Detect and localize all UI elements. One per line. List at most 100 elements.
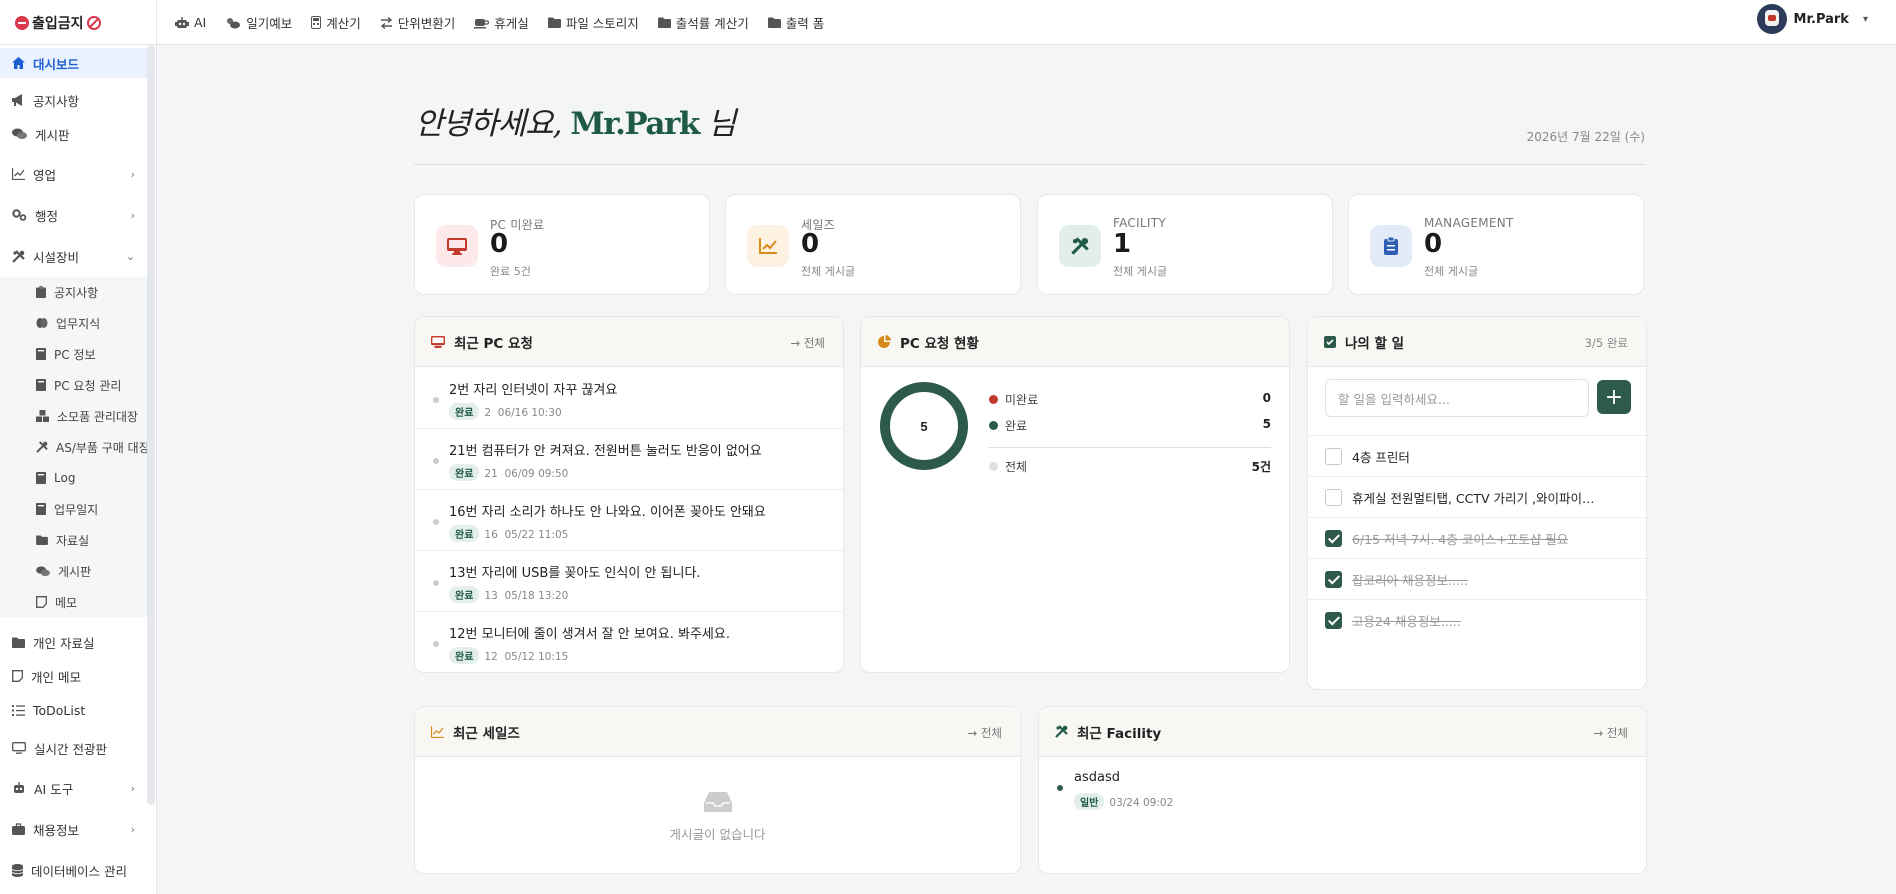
topnav-unit-converter[interactable]: 단위변환기	[380, 13, 456, 32]
list-check-icon	[12, 704, 25, 716]
legend-label: 전체	[1005, 460, 1028, 474]
list-item[interactable]: 16번 자리 소리가 하나도 안 나와요. 이어폰 꽂아도 안돼요 완료 16 0…	[415, 490, 843, 551]
list-item[interactable]: asdasd 일반 03/24 09:02	[1039, 757, 1646, 813]
topnav-lounge[interactable]: 휴게실	[474, 13, 529, 32]
sidebar-item-facility[interactable]: 시설장비 ⌄	[0, 241, 147, 271]
list-item[interactable]: 2번 자리 인터넷이 자꾸 끊겨요 완료 2 06/16 10:30	[415, 368, 843, 429]
todo-item: 4층 프린터	[1308, 435, 1646, 476]
seat-number: 16	[484, 529, 498, 541]
sidebar-item-personal-archive[interactable]: 개인 자료실	[0, 627, 147, 657]
view-all-link[interactable]: → 전체	[791, 335, 825, 351]
boxes-icon	[36, 410, 49, 422]
sidebar-item-notice[interactable]: 공지사항	[0, 85, 147, 115]
gears-icon	[12, 209, 27, 221]
panel-recent-sales: 최근 세일즈 → 전체 게시글이 없습니다	[414, 706, 1021, 874]
add-todo-button[interactable]: +	[1597, 380, 1631, 414]
sidebar-item-label: 영업	[33, 167, 57, 183]
list-item[interactable]: 13번 자리에 USB를 꽂아도 인식이 안 됩니다. 완료 13 05/18 1…	[415, 551, 843, 612]
sidebar-scrollbar[interactable]	[147, 45, 155, 805]
no-entry-icon	[15, 15, 29, 30]
user-menu[interactable]: Mr.Park ▾	[1756, 0, 1868, 38]
sidebar-subitem-label: 메모	[55, 595, 78, 610]
todo-item: 고용24 채용정보.....	[1308, 599, 1646, 640]
category-badge: 일반	[1074, 793, 1105, 810]
topnav-attendance-calculator[interactable]: 출석률 계산기	[657, 13, 749, 32]
stat-card-management[interactable]: MANAGEMENT 0 전체 게시글	[1348, 194, 1644, 295]
legend-label: 완료	[1005, 419, 1028, 433]
todo-input[interactable]: 할 일을 입력하세요...	[1325, 379, 1589, 417]
legend-divider	[989, 447, 1271, 448]
todo-checkbox[interactable]	[1325, 570, 1342, 588]
sidebar-subitem-pc-info[interactable]: PC 정보	[0, 339, 147, 369]
stat-sub: 전체 게시글	[801, 265, 856, 278]
todo-checkbox[interactable]	[1325, 447, 1342, 465]
sidebar-subitem-archive[interactable]: 자료실	[0, 525, 147, 555]
legend-item-done: 완료	[989, 417, 1027, 434]
stat-label: FACILITY	[1113, 216, 1167, 230]
topnav-weather[interactable]: 일기예보	[225, 13, 292, 32]
panel-header: PC 요청 현황	[861, 317, 1289, 367]
legend-item-pending: 미완료	[989, 391, 1038, 408]
greeting-user-name: Mr.Park	[570, 106, 700, 142]
briefcase-icon	[12, 823, 25, 835]
status-badge: 완료	[449, 586, 480, 603]
request-date: 05/18 13:20	[504, 590, 569, 602]
sidebar-item-database[interactable]: 데이터베이스 관리	[0, 855, 147, 885]
book-icon	[36, 379, 46, 391]
legend-dot	[989, 395, 998, 404]
chevron-right-icon: ›	[130, 781, 135, 795]
sidebar-subitem-work-log[interactable]: 업무일지	[0, 494, 147, 524]
sidebar-item-admin[interactable]: 행정 ›	[0, 200, 147, 230]
sidebar-item-board[interactable]: 게시판	[0, 119, 147, 149]
sidebar-subitem-label: 업무지식	[56, 316, 101, 331]
sidebar-subitem-pc-request[interactable]: PC 요청 관리	[0, 370, 147, 400]
todo-text: 4층 프린터	[1352, 449, 1410, 465]
sidebar-subitem-memo[interactable]: 메모	[0, 587, 147, 617]
brand-logo[interactable]: 출입금지	[0, 0, 157, 45]
list-item[interactable]: 21번 컴퓨터가 안 켜져요. 전원버튼 눌러도 반응이 없어요 완료 21 06…	[415, 429, 843, 490]
panel-title: 최근 세일즈	[453, 725, 520, 742]
sidebar-subitem-board[interactable]: 게시판	[0, 556, 147, 586]
note-icon	[36, 596, 47, 608]
sidebar-subitem-label: AS/부품 구매 대장	[56, 440, 147, 455]
clipboard-list-icon	[1370, 225, 1412, 267]
topnav-print-form[interactable]: 출력 폼	[767, 13, 824, 32]
stat-card-pc[interactable]: PC 미완료 0 완료 5건	[414, 194, 710, 295]
panel-title: PC 요청 현황	[900, 335, 979, 352]
list-item[interactable]: 12번 모니터에 줄이 생겨서 잘 안 보여요. 봐주세요. 완료 12 05/1…	[415, 612, 843, 672]
sidebar-item-label: 실시간 전광판	[34, 741, 107, 757]
sidebar-subitem-notice[interactable]: 공지사항	[0, 277, 147, 307]
request-title: 12번 모니터에 줄이 생겨서 잘 안 보여요. 봐주세요.	[449, 627, 730, 642]
request-date: 05/12 10:15	[504, 651, 569, 663]
sidebar-item-jobs[interactable]: 채용정보 ›	[0, 814, 147, 844]
stat-card-sales[interactable]: 세일즈 0 전체 게시글	[725, 194, 1021, 295]
topnav-ai[interactable]: AI	[175, 15, 206, 30]
sidebar-subitem-log[interactable]: Log	[0, 463, 147, 493]
sidebar-item-dashboard[interactable]: 대시보드	[0, 48, 147, 78]
sidebar-item-label: 대시보드	[33, 56, 80, 72]
sidebar-item-todolist[interactable]: ToDoList	[0, 695, 147, 725]
chevron-down-icon: ⌄	[125, 249, 135, 263]
topnav-label: 단위변환기	[397, 16, 456, 31]
topnav-file-storage[interactable]: 파일 스토리지	[547, 13, 639, 32]
topnav-calculator[interactable]: 계산기	[311, 13, 361, 32]
sidebar-subitem-knowledge[interactable]: 업무지식	[0, 308, 147, 338]
view-all-link[interactable]: → 전체	[968, 725, 1002, 741]
sidebar-item-live-board[interactable]: 실시간 전광판	[0, 733, 147, 763]
sidebar-subitem-as-purchase[interactable]: AS/부품 구매 대장	[0, 432, 147, 462]
sidebar-subitem-consumables[interactable]: 소모품 관리대장	[0, 401, 147, 431]
stat-card-facility[interactable]: FACILITY 1 전체 게시글	[1037, 194, 1333, 295]
panel-title: 최근 Facility	[1077, 725, 1162, 742]
sidebar-item-label: 시설장비	[33, 249, 80, 265]
legend-value: 0	[1262, 391, 1271, 405]
view-all-label: 전체	[803, 336, 825, 350]
todo-checkbox[interactable]	[1325, 611, 1342, 629]
sidebar-item-ai-tools[interactable]: AI 도구 ›	[0, 773, 147, 803]
todo-checkbox[interactable]	[1325, 529, 1342, 547]
sidebar-item-sales[interactable]: 영업 ›	[0, 159, 147, 189]
sidebar-item-personal-memo[interactable]: 개인 메모	[0, 661, 147, 691]
todo-checkbox[interactable]	[1325, 488, 1342, 506]
stat-label: MANAGEMENT	[1424, 216, 1514, 230]
view-all-link[interactable]: → 전체	[1594, 725, 1628, 741]
request-title: 21번 컴퓨터가 안 켜져요. 전원버튼 눌러도 반응이 없어요	[449, 444, 762, 459]
